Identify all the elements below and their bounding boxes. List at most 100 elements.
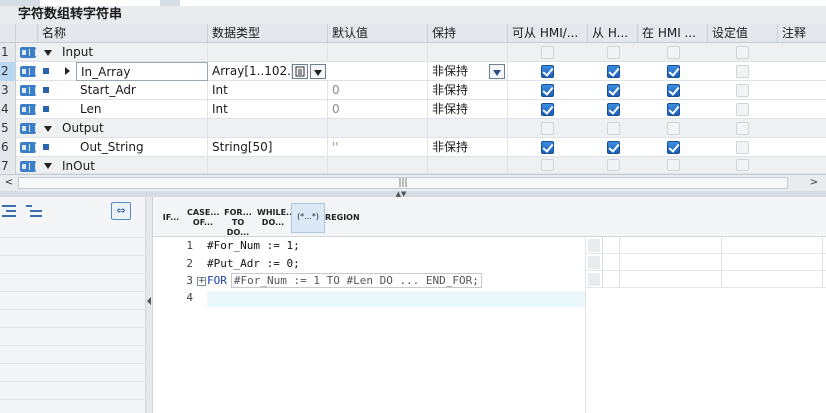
table-row[interactable]: 3 Start_Adr Int 0 非保持 xyxy=(0,81,826,100)
collapse-arrow-icon[interactable] xyxy=(44,126,52,132)
hmi-access-checkbox[interactable] xyxy=(541,159,554,171)
param-retain[interactable] xyxy=(428,157,508,174)
scroll-left-button[interactable]: < xyxy=(1,176,17,190)
header-setpoint[interactable]: 设定值 xyxy=(708,24,778,43)
param-datatype[interactable] xyxy=(208,119,328,138)
hmi-access-checkbox[interactable] xyxy=(541,122,554,135)
table-row[interactable]: 6 Out_String String[50] '' 非保持 xyxy=(0,138,826,157)
list-outdent-icon[interactable] xyxy=(26,205,42,217)
setpoint-checkbox[interactable] xyxy=(736,103,749,116)
setpoint-checkbox[interactable] xyxy=(736,159,749,171)
insert-region-button[interactable]: REGION xyxy=(325,203,360,233)
param-datatype[interactable] xyxy=(208,157,328,174)
hmi-visible-checkbox[interactable] xyxy=(607,46,620,59)
collapsed-block[interactable]: #For_Num := 1 TO #Len DO ... END_FOR; xyxy=(230,273,482,288)
table-row[interactable]: 7 InOut xyxy=(0,157,826,174)
hmi-settable-checkbox[interactable] xyxy=(667,84,680,97)
hmi-settable-checkbox[interactable] xyxy=(667,46,680,59)
table-row[interactable]: 2 In_Array Array[1..102... 非保持 xyxy=(0,62,826,81)
scroll-thumb[interactable]: ||| xyxy=(18,177,788,189)
table-row[interactable]: 5 Output xyxy=(0,119,826,138)
pane-toggle-button[interactable]: ⇔ xyxy=(111,202,131,220)
hmi-settable-checkbox[interactable] xyxy=(667,103,680,116)
param-datatype[interactable]: String[50] xyxy=(208,138,328,157)
setpoint-checkbox[interactable] xyxy=(736,122,749,135)
setpoint-checkbox[interactable] xyxy=(736,65,749,78)
insert-case-button[interactable]: CASE... OF... xyxy=(187,203,219,233)
hmi-access-checkbox[interactable] xyxy=(541,65,554,78)
setpoint-checkbox[interactable] xyxy=(736,141,749,154)
scroll-right-button[interactable]: > xyxy=(806,176,822,190)
list-indent-icon[interactable] xyxy=(2,205,18,217)
hmi-visible-checkbox[interactable] xyxy=(607,122,620,135)
param-datatype[interactable]: Array[1..102... xyxy=(208,62,292,81)
param-name[interactable]: In_Array xyxy=(76,62,208,81)
param-default[interactable]: '' xyxy=(328,138,428,157)
header-datatype[interactable]: 数据类型 xyxy=(208,24,328,43)
param-datatype[interactable]: Int xyxy=(208,100,328,119)
param-retain[interactable]: 非保持 xyxy=(428,100,508,119)
param-default[interactable] xyxy=(328,157,428,174)
insert-if-button[interactable]: IF... xyxy=(157,203,185,233)
expand-arrow-icon[interactable] xyxy=(65,67,70,75)
param-name[interactable]: Out_String xyxy=(76,138,208,157)
line-number: 4 xyxy=(186,291,193,304)
insert-comment-button[interactable]: (*...*) xyxy=(291,203,325,233)
param-default[interactable] xyxy=(328,119,428,138)
param-retain[interactable] xyxy=(428,119,508,138)
param-default[interactable] xyxy=(328,62,428,81)
hmi-settable-checkbox[interactable] xyxy=(667,141,680,154)
param-name[interactable]: Input xyxy=(58,43,208,62)
hmi-visible-checkbox[interactable] xyxy=(607,159,620,171)
header-retain[interactable]: 保持 xyxy=(428,24,508,43)
hmi-access-checkbox[interactable] xyxy=(541,103,554,116)
param-name[interactable]: Start_Adr xyxy=(76,81,208,100)
hmi-visible-checkbox[interactable] xyxy=(607,65,620,78)
header-hmi-access[interactable]: 可从 HMI/... xyxy=(508,24,588,43)
header-hmi-settable[interactable]: 在 HMI ... xyxy=(638,24,708,43)
scl-code-editor[interactable]: 1 2 3 4 + #For_Num := 1; #Put_Adr := 0; … xyxy=(153,237,585,413)
param-datatype[interactable] xyxy=(208,43,328,62)
table-row[interactable]: 4 Len Int 0 非保持 xyxy=(0,100,826,119)
header-default[interactable]: 默认值 xyxy=(328,24,428,43)
insert-for-button[interactable]: FOR... TO DO... xyxy=(221,203,255,237)
header-name[interactable]: 名称 xyxy=(38,24,208,43)
hmi-visible-checkbox[interactable] xyxy=(607,141,620,154)
collapse-arrow-icon[interactable] xyxy=(44,50,52,56)
table-horizontal-scrollbar[interactable]: < ||| > xyxy=(0,174,826,191)
header-comment[interactable]: 注释 xyxy=(778,24,826,43)
setpoint-checkbox[interactable] xyxy=(736,84,749,97)
param-name[interactable]: Len xyxy=(76,100,208,119)
param-default[interactable]: 0 xyxy=(328,100,428,119)
hmi-access-checkbox[interactable] xyxy=(541,46,554,59)
retain-dropdown-button[interactable] xyxy=(489,64,505,79)
param-datatype[interactable]: Int xyxy=(208,81,328,100)
hmi-settable-checkbox[interactable] xyxy=(667,65,680,78)
hmi-access-checkbox[interactable] xyxy=(541,84,554,97)
setpoint-checkbox[interactable] xyxy=(736,46,749,59)
param-retain[interactable]: 非保持 xyxy=(428,138,508,157)
fold-expand-icon[interactable]: + xyxy=(197,277,206,286)
collapse-arrow-icon[interactable] xyxy=(44,163,52,169)
param-retain[interactable] xyxy=(428,43,508,62)
param-default[interactable]: 0 xyxy=(328,81,428,100)
left-pane-collapse-bar[interactable] xyxy=(146,197,153,413)
param-name[interactable]: InOut xyxy=(58,157,208,174)
hmi-visible-checkbox[interactable] xyxy=(607,103,620,116)
code-line[interactable]: FOR #For_Num := 1 TO #Len DO ... END_FOR; xyxy=(207,272,482,290)
param-name[interactable]: Output xyxy=(58,119,208,138)
hmi-access-checkbox[interactable] xyxy=(541,141,554,154)
collapse-left-icon[interactable] xyxy=(147,297,151,305)
insert-while-button[interactable]: WHILE... DO... xyxy=(257,203,295,233)
datatype-list-icon[interactable] xyxy=(292,64,308,79)
hmi-settable-checkbox[interactable] xyxy=(667,122,680,135)
datatype-dropdown-button[interactable] xyxy=(310,64,326,79)
header-hmi-visible[interactable]: 从 H... xyxy=(588,24,638,43)
hmi-visible-checkbox[interactable] xyxy=(607,84,620,97)
code-line[interactable]: #Put_Adr := 0; xyxy=(207,255,300,273)
param-retain[interactable]: 非保持 xyxy=(428,81,508,100)
code-line[interactable]: #For_Num := 1; xyxy=(207,237,300,255)
param-default[interactable] xyxy=(328,43,428,62)
hmi-settable-checkbox[interactable] xyxy=(667,159,680,171)
table-row[interactable]: 1 Input xyxy=(0,43,826,62)
